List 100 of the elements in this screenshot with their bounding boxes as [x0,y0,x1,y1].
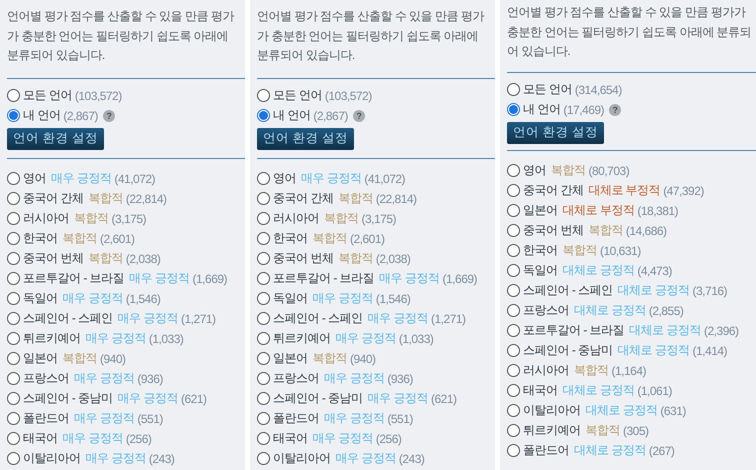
radio-button[interactable] [507,224,520,237]
language-name: 스페인어 - 스페인 [523,282,613,299]
language-name: 영어 [523,162,546,179]
option-label: 모든 언어 [273,87,322,104]
radio-button[interactable] [507,424,520,437]
radio-button[interactable] [7,352,20,365]
radio-button[interactable] [7,192,20,205]
language-name: 태국어 [23,430,58,447]
language-name: 스페인어 - 중남미 [273,390,363,407]
radio-button[interactable] [507,244,520,257]
radio-button[interactable] [7,392,20,405]
review-count: (1,414) [692,344,728,358]
radio-button[interactable] [257,232,270,245]
radio-button[interactable] [7,372,20,385]
language-name: 이탈리아어 [23,450,80,467]
language-name: 프랑스어 [23,370,69,387]
option-label: 내 언어 [23,107,60,124]
radio-button[interactable] [7,332,20,345]
language-name: 중국어 간체 [23,190,84,207]
radio-button[interactable] [257,392,270,405]
radio-button[interactable] [257,312,270,325]
review-score: 매우 긍정적 [336,450,396,467]
radio-button[interactable] [257,89,270,102]
review-score: 복합적 [312,350,347,367]
radio-button[interactable] [257,372,270,385]
language-name: 중국어 간체 [523,182,584,199]
radio-button[interactable] [507,184,520,197]
language-name: 폴란드어 [273,410,319,427]
language-name: 포르투갈어 - 브라질 [23,270,124,287]
language-name: 중국어 번체 [523,222,584,239]
radio-button[interactable] [507,264,520,277]
review-count: (267) [648,444,674,458]
review-count: (14,686) [626,224,667,238]
radio-button[interactable] [7,412,20,425]
radio-button[interactable] [507,304,520,317]
radio-button[interactable] [507,364,520,377]
review-score: 대체로 긍정적 [586,402,658,419]
radio-button[interactable] [507,444,520,457]
language-name: 튀르키예어 [523,422,580,439]
help-icon[interactable]: ? [609,104,622,116]
radio-button[interactable] [7,232,20,245]
radio-button[interactable] [7,89,20,102]
language-name: 이탈리아어 [273,450,330,467]
review-score: 대체로 긍정적 [574,442,646,459]
review-score: 매우 긍정적 [379,270,440,287]
review-count: (1,546) [376,292,410,306]
radio-button[interactable] [257,332,270,345]
radio-button[interactable] [257,292,270,305]
review-score: 복합적 [324,210,358,227]
review-count: (1,033) [398,332,434,346]
language-settings-button[interactable]: 언어 환경 설정 [257,128,354,150]
review-count: (1,669) [442,272,478,286]
review-count: (3,175) [112,212,146,226]
review-count: (940) [350,352,376,366]
language-name: 튀르키예어 [23,330,80,347]
review-count: (631) [660,404,686,418]
radio-button[interactable] [257,109,270,122]
language-name: 일본어 [273,350,308,367]
help-icon[interactable]: ? [352,110,365,122]
review-score: 매우 긍정적 [301,170,362,187]
help-icon[interactable]: ? [102,110,115,122]
radio-button[interactable] [507,344,520,357]
radio-button[interactable] [7,172,20,185]
radio-button[interactable] [507,164,520,177]
language-settings-button[interactable]: 언어 환경 설정 [507,122,604,144]
review-count: (80,703) [588,164,630,178]
radio-button[interactable] [257,212,270,225]
radio-button[interactable] [7,292,20,305]
radio-button[interactable] [257,252,270,265]
radio-button[interactable] [507,284,520,297]
review-count: (621) [181,392,207,406]
language-name: 태국어 [273,430,308,447]
radio-button[interactable] [257,452,270,465]
radio-button[interactable] [507,103,520,116]
radio-button[interactable] [7,452,20,465]
radio-button[interactable] [507,204,520,217]
radio-button[interactable] [7,432,20,445]
radio-button[interactable] [7,272,20,285]
radio-button[interactable] [257,432,270,445]
radio-button[interactable] [257,192,270,205]
radio-button[interactable] [7,312,20,325]
radio-button[interactable] [507,324,520,337]
review-count: (2,867) [313,108,348,122]
review-count: (103,572) [74,88,122,102]
radio-button[interactable] [257,352,270,365]
radio-button[interactable] [507,83,520,96]
radio-button[interactable] [257,272,270,285]
radio-button[interactable] [257,172,270,185]
radio-button[interactable] [7,109,20,122]
radio-button[interactable] [7,252,20,265]
radio-button[interactable] [7,212,20,225]
language-settings-button[interactable]: 언어 환경 설정 [7,128,104,150]
review-count: (47,392) [663,184,704,198]
radio-button[interactable] [507,404,520,417]
radio-button[interactable] [507,384,520,397]
review-count: (2,601) [100,232,135,246]
review-score: 매우 긍정적 [312,430,373,447]
radio-button[interactable] [257,412,270,425]
language-name: 폴란드어 [23,410,69,427]
review-score: 매우 긍정적 [62,290,123,307]
